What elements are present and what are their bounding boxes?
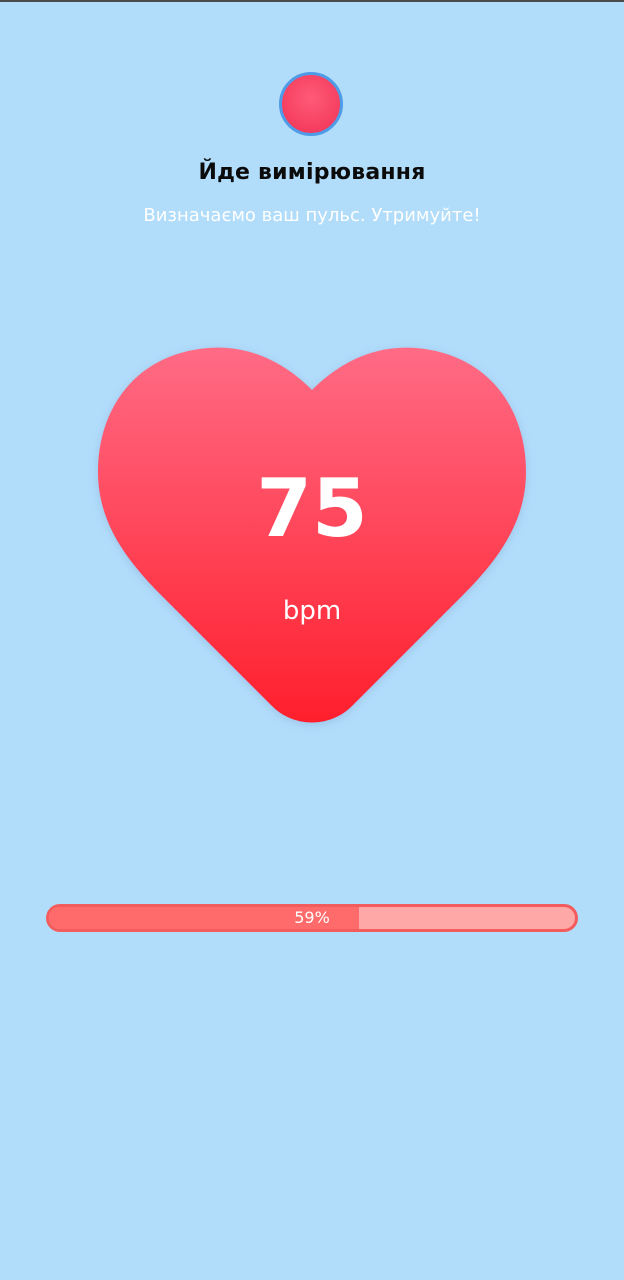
top-edge [0,0,624,2]
bpm-unit: bpm [282,596,342,626]
bpm-value: 75 [256,462,368,555]
heart-rate-display: 75 bpm [96,346,528,736]
page-subtitle: Визначаємо ваш пульс. Утримуйте! [143,205,481,226]
page-title: Йде вимірювання [198,160,426,185]
measurement-progress-bar: 59% [46,904,578,932]
measuring-status-dot [279,72,343,136]
progress-label: 59% [294,908,330,927]
